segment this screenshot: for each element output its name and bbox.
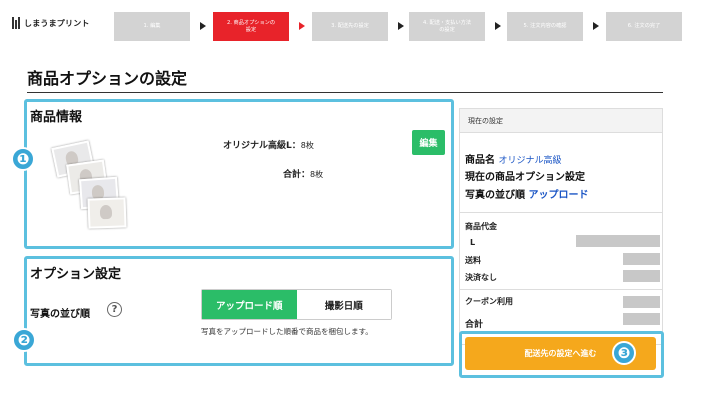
step-arrow-icon bbox=[200, 22, 206, 30]
edit-button[interactable]: 編集 bbox=[412, 130, 445, 155]
coupon-value bbox=[623, 296, 660, 308]
summary-product-name: 商品名 オリジナル高級 bbox=[465, 151, 562, 166]
product-line-label: オリジナル高級L： bbox=[223, 141, 301, 151]
price-value bbox=[576, 235, 660, 247]
summary-sort-link[interactable]: アップロード bbox=[528, 190, 588, 201]
product-line-value: 8枚 bbox=[300, 141, 314, 150]
sort-order-toggle: アップロード順 撮影日順 bbox=[201, 289, 392, 320]
product-total-label: 合計： bbox=[283, 170, 311, 180]
sort-date-taken-button[interactable]: 撮影日順 bbox=[296, 290, 391, 319]
summary-divider bbox=[460, 289, 662, 290]
brand-logo[interactable]: しまうまプリント bbox=[12, 17, 90, 29]
summary-sort: 写真の並び順 アップロード bbox=[465, 186, 588, 201]
product-line: オリジナル高級L：8枚 bbox=[223, 138, 314, 151]
step-4: 4. 配送・支払い方法 の設定 bbox=[409, 12, 485, 41]
product-thumbnail bbox=[50, 140, 127, 229]
step-2: 2. 商品オプションの 設定 bbox=[213, 12, 289, 41]
step-arrow-icon bbox=[593, 22, 599, 30]
summary-sort-label: 写真の並び順 bbox=[465, 190, 525, 201]
product-total: 合計：8枚 bbox=[283, 167, 323, 180]
summary-product-name-link[interactable]: オリジナル高級 bbox=[498, 156, 561, 166]
coupon-label: クーポン利用 bbox=[465, 297, 513, 306]
payment-value bbox=[623, 270, 660, 282]
badge-2: ❷ bbox=[12, 328, 36, 352]
payment-label: 決済なし bbox=[465, 273, 497, 282]
product-total-value: 8枚 bbox=[310, 170, 324, 179]
page-title: 商品オプションの設定 bbox=[27, 69, 188, 88]
total-value bbox=[623, 313, 660, 325]
shipping-value bbox=[623, 253, 660, 265]
step-arrow-icon bbox=[495, 22, 501, 30]
title-divider bbox=[27, 92, 663, 93]
size-label: L bbox=[470, 238, 476, 247]
step-arrow-icon bbox=[299, 22, 305, 30]
brand-name: しまうまプリント bbox=[24, 18, 90, 28]
help-icon[interactable]: ? bbox=[107, 302, 122, 317]
shipping-label: 送料 bbox=[465, 256, 481, 265]
summary-divider bbox=[460, 212, 662, 213]
sort-upload-order-button[interactable]: アップロード順 bbox=[202, 290, 297, 319]
summary-header: 現在の設定 bbox=[460, 109, 662, 133]
total-label: 合計 bbox=[465, 320, 484, 330]
step-1: 1. 編集 bbox=[114, 12, 190, 41]
step-5: 5. 注文内容の確認 bbox=[507, 12, 583, 41]
product-info-title: 商品情報 bbox=[30, 110, 83, 125]
step-6: 6. 注文の完了 bbox=[606, 12, 682, 41]
options-title: オプション設定 bbox=[30, 267, 122, 282]
step-3: 3. 配送先の設定 bbox=[312, 12, 388, 41]
summary-current-options: 現在の商品オプション設定 bbox=[465, 172, 585, 183]
sort-order-label: 写真の並び順 bbox=[30, 309, 90, 320]
badge-1: ❶ bbox=[11, 147, 35, 171]
logo-bars-icon bbox=[12, 17, 20, 29]
price-label: 商品代金 bbox=[465, 222, 497, 231]
badge-3: ❸ bbox=[612, 341, 636, 365]
summary-product-name-label: 商品名 bbox=[465, 155, 495, 166]
step-arrow-icon bbox=[398, 22, 404, 30]
sort-order-note: 写真をアップロードした順番で商品を梱包します。 bbox=[201, 327, 373, 336]
